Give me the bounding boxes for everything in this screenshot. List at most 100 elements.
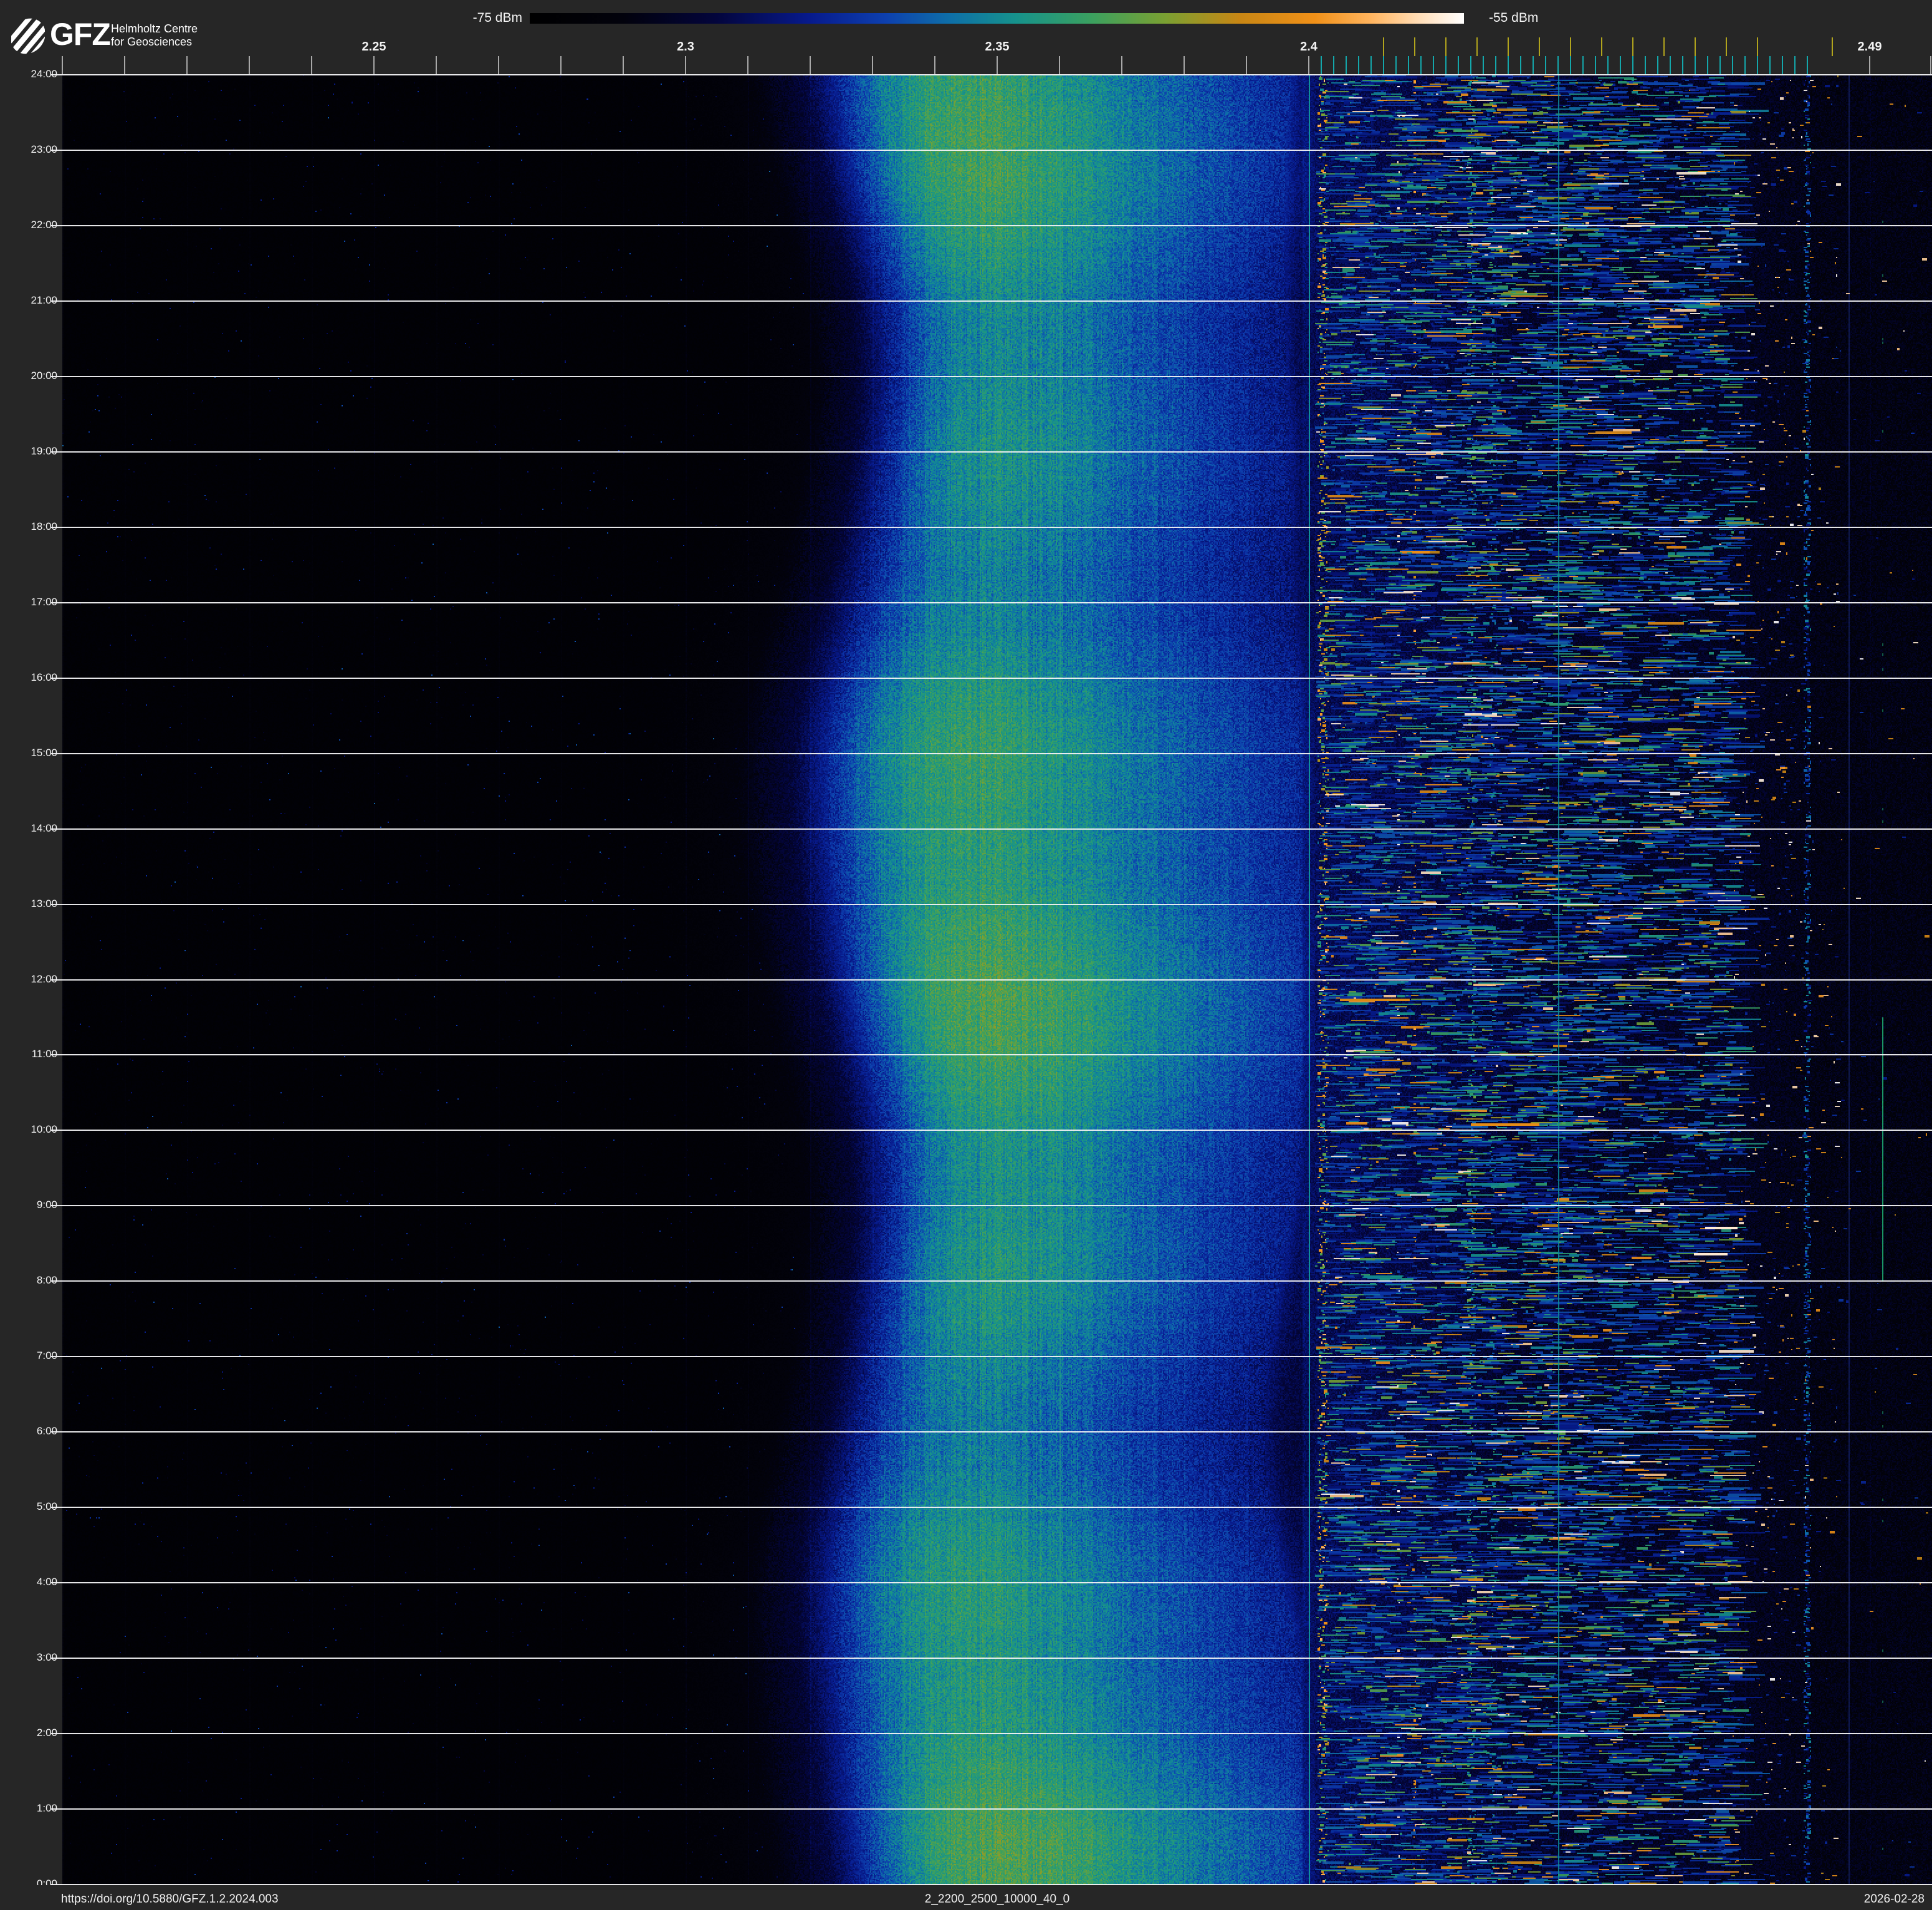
freq-minor-tick (685, 56, 686, 75)
ble-channel-tick (1333, 56, 1334, 75)
logo-org-text: GFZ (50, 17, 111, 52)
ble-channel-tick (1769, 56, 1771, 75)
ble-channel-tick (1395, 56, 1397, 75)
wifi-channel-tick (1695, 37, 1696, 56)
date-label: 2026-02-28 (1863, 1893, 1925, 1906)
ble-channel-tick (1670, 56, 1671, 75)
filename-label: 2_2200_2500_10000_40_0 (924, 1893, 1070, 1906)
time-tick-label: 7:00 (36, 1350, 57, 1362)
time-tick-label: 4:00 (36, 1576, 57, 1588)
freq-minor-tick (810, 56, 811, 75)
ble-channel-tick (1595, 56, 1596, 75)
ble-channel-tick (1719, 56, 1721, 75)
freq-minor-tick (1184, 56, 1185, 75)
hour-gridline (51, 224, 1932, 226)
ble-channel-tick (1370, 56, 1372, 75)
ble-channel-tick (1732, 56, 1733, 75)
time-tick-label: 19:00 (31, 444, 57, 457)
time-tick-label: 12:00 (31, 972, 57, 985)
hour-gridline (51, 602, 1932, 603)
ble-channel-tick (1682, 56, 1683, 75)
time-tick-label: 3:00 (36, 1651, 57, 1664)
time-tick-label: 18:00 (31, 520, 57, 532)
freq-minor-tick (311, 56, 312, 75)
freq-tick-label: 2.49 (1857, 40, 1882, 54)
logo-subtitle-line1: Helmholtz Centre (111, 22, 198, 35)
ble-channel-tick (1744, 56, 1746, 75)
hour-gridline (51, 300, 1932, 302)
hour-gridline (51, 752, 1932, 754)
time-tick-label: 2:00 (36, 1727, 57, 1739)
freq-minor-tick (747, 56, 748, 75)
wifi-channel-tick (1832, 37, 1833, 56)
time-tick-label: 13:00 (31, 897, 57, 909)
ble-channel-tick (1383, 56, 1384, 75)
hour-gridline (51, 1808, 1932, 1810)
ble-channel-tick (1782, 56, 1783, 75)
wifi-channel-tick (1632, 37, 1633, 56)
ble-channel-tick (1458, 56, 1459, 75)
freq-minor-tick (1059, 56, 1060, 75)
hour-gridline (51, 1507, 1932, 1509)
time-tick-label: 21:00 (31, 294, 57, 306)
ble-channel-tick (1520, 56, 1521, 75)
freq-minor-tick (1869, 56, 1870, 75)
freq-minor-tick (872, 56, 873, 75)
ble-channel-tick (1533, 56, 1534, 75)
wifi-channel-tick (1663, 37, 1665, 56)
freq-minor-tick (1121, 56, 1122, 75)
wifi-channel-tick (1508, 37, 1509, 56)
time-tick-label: 6:00 (36, 1425, 57, 1437)
time-tick-label: 14:00 (31, 822, 57, 834)
ble-channel-tick (1657, 56, 1658, 75)
freq-minor-tick (186, 56, 188, 75)
hour-gridline (51, 828, 1932, 830)
wifi-channel-tick (1726, 37, 1727, 56)
wifi-channel-tick (1539, 37, 1540, 56)
time-tick-label: 11:00 (31, 1048, 57, 1060)
colorbar-min-label: -75 dBm (472, 11, 522, 25)
header: GFZ Helmholtz Centre for Geosciences -75… (0, 0, 1932, 75)
wifi-channel-tick (1476, 37, 1478, 56)
ble-channel-tick (1695, 56, 1696, 75)
time-tick-label: 1:00 (36, 1802, 57, 1815)
time-tick-label: 17:00 (31, 595, 57, 608)
ble-channel-tick (1495, 56, 1496, 75)
time-tick-label: 24:00 (31, 68, 57, 80)
ble-channel-tick (1794, 56, 1796, 75)
hour-gridline (51, 375, 1932, 377)
freq-tick-label: 2.35 (985, 40, 1010, 54)
freq-minor-tick (1246, 56, 1247, 75)
freq-tick-label: 2.3 (677, 40, 694, 54)
time-tick-label: 23:00 (31, 143, 57, 155)
hour-gridline (51, 1658, 1932, 1659)
hour-gridline (51, 1733, 1932, 1735)
hour-gridline (51, 149, 1932, 151)
ble-channel-tick (1433, 56, 1434, 75)
time-tick-label: 9:00 (36, 1199, 57, 1211)
ble-channel-tick (1807, 56, 1808, 75)
ble-channel-tick (1321, 56, 1322, 75)
freq-minor-tick (124, 56, 125, 75)
freq-minor-tick (373, 56, 375, 75)
hour-gridline (51, 903, 1932, 905)
freq-minor-tick (249, 56, 250, 75)
ble-channel-tick (1607, 56, 1609, 75)
hour-gridline (51, 1356, 1932, 1358)
ble-channel-tick (1557, 56, 1559, 75)
time-tick-label: 8:00 (36, 1274, 57, 1287)
hour-gridline (51, 74, 1932, 75)
ble-channel-tick (1508, 56, 1509, 75)
ble-channel-tick (1632, 56, 1633, 75)
freq-tick-label: 2.25 (361, 40, 386, 54)
wifi-channel-tick (1570, 37, 1571, 56)
time-tick-label: 10:00 (31, 1123, 57, 1136)
wifi-channel-tick (1383, 37, 1384, 56)
ble-channel-tick (1582, 56, 1584, 75)
ble-channel-tick (1445, 56, 1447, 75)
ble-channel-tick (1570, 56, 1571, 75)
ble-channel-tick (1707, 56, 1708, 75)
ble-channel-tick (1346, 56, 1347, 75)
footer: https://doi.org/10.5880/GFZ.1.2.2024.003… (0, 1885, 1932, 1910)
ble-channel-tick (1470, 56, 1471, 75)
